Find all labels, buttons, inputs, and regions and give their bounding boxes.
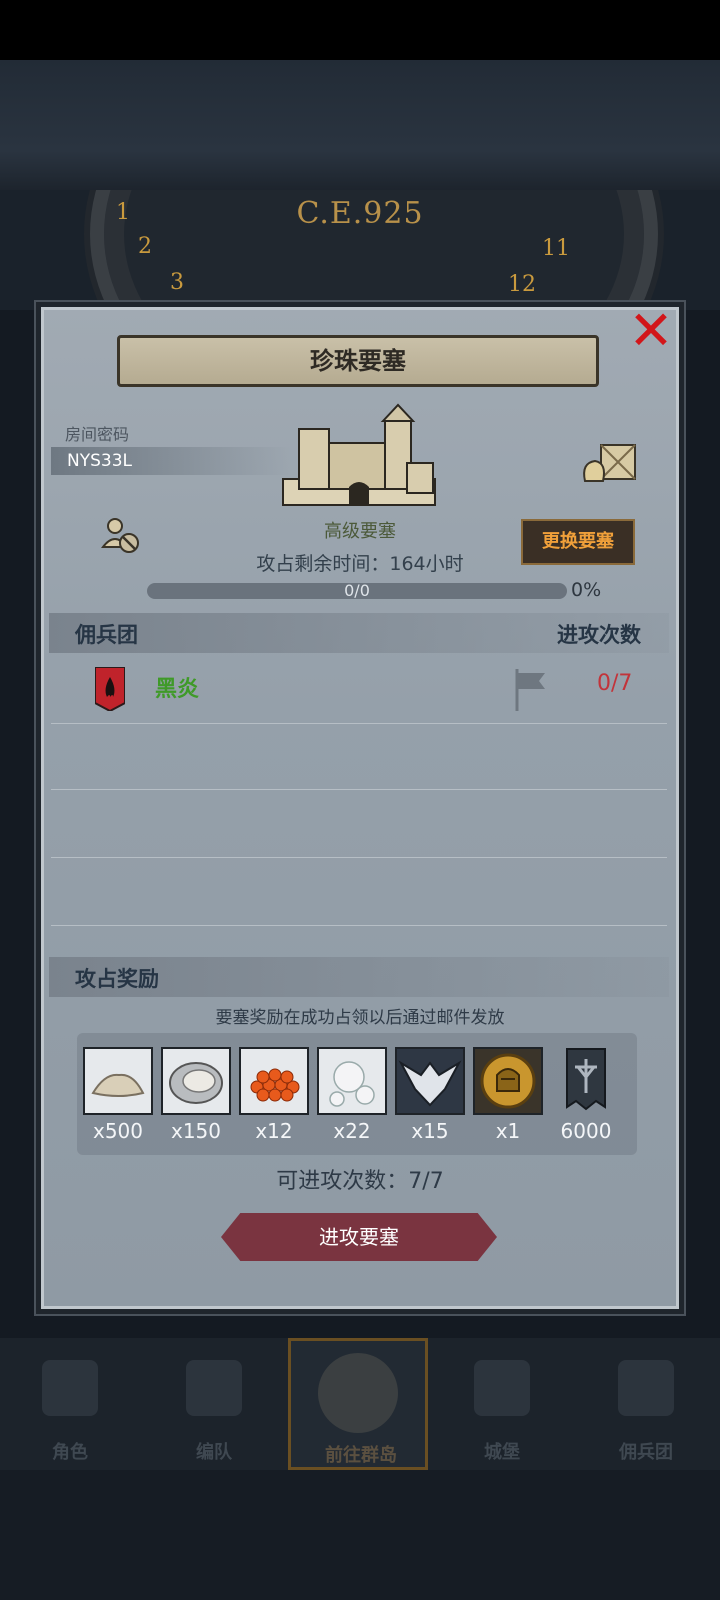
mercenary-attack-count: 0/7 (597, 671, 633, 696)
knight-icon (42, 1360, 98, 1416)
banner-flag-icon (566, 1048, 606, 1111)
mercenary-row[interactable]: 黑炎 0/7 (51, 657, 667, 724)
nav-item-character[interactable]: 角色 (0, 1338, 140, 1470)
reward-list: x500 x150 x12 x22 x15 x1 6000 (77, 1033, 637, 1155)
mercenary-header: 佣兵团 进攻次数 (49, 613, 669, 653)
knight-coin-icon (480, 1053, 536, 1109)
reward-quantity: x12 (255, 1119, 293, 1143)
era-clock: C.E.925 1 2 3 11 12 (0, 190, 720, 310)
helmet-icon (186, 1360, 242, 1416)
status-bar (0, 0, 720, 60)
roe-icon (250, 1068, 300, 1102)
room-code-label: 房间密码 (65, 425, 130, 444)
dialog-title: 珍珠要塞 (117, 335, 599, 387)
nav-item-islands[interactable]: 前往群岛 (288, 1338, 428, 1470)
empty-mercenary-row (51, 723, 667, 790)
reward-quantity: x500 (92, 1119, 143, 1143)
clock-number: 2 (138, 234, 152, 259)
nav-label: 角色 (52, 1442, 88, 1463)
reward-item[interactable]: 6000 (551, 1047, 621, 1143)
sand-icon (91, 1073, 145, 1097)
room-code: NYS33L (51, 447, 291, 475)
background-top (0, 60, 720, 190)
attacks-remaining: 可进攻次数：7/7 (276, 1169, 444, 1194)
nav-label: 佣兵团 (619, 1442, 673, 1463)
reward-item[interactable]: x22 (317, 1047, 387, 1143)
reward-item[interactable]: x150 (161, 1047, 231, 1143)
reward-quantity: x15 (411, 1119, 449, 1143)
era-label: C.E.925 (296, 196, 424, 231)
empty-mercenary-row (51, 791, 667, 858)
nav-label: 前往群岛 (325, 1445, 397, 1466)
remaining-time-label: 攻占剩余时间： (256, 553, 390, 575)
capture-progress-text: 0/0 (344, 581, 370, 600)
flag-icon (515, 669, 545, 711)
reward-quantity: x1 (495, 1119, 521, 1143)
compass-icon (318, 1353, 398, 1433)
mercenary-name: 黑炎 (155, 677, 200, 702)
nav-label: 编队 (196, 1442, 232, 1463)
fortress-icon (282, 403, 436, 506)
nav-label: 城堡 (484, 1442, 520, 1463)
remaining-time: 攻占剩余时间：164小时 (41, 549, 679, 576)
empty-mercenary-row (51, 859, 667, 926)
clock-number: 1 (116, 200, 130, 225)
clock-number: 11 (542, 236, 570, 261)
bottom-nav: 角色 编队 前往群岛 城堡 佣兵团 (0, 1338, 720, 1470)
fire-banner-icon (95, 667, 125, 711)
reward-note: 要塞奖励在成功占领以后通过邮件发放 (215, 1008, 505, 1028)
fortress-dialog: ✕ 珍珠要塞 房间密码 NYS33L 高级要塞 更换要塞 攻占剩余时间：164小… (36, 301, 684, 1314)
rewards-header: 攻占奖励 (49, 957, 669, 997)
reward-item[interactable]: x500 (83, 1047, 153, 1143)
attack-count-header-label: 进攻次数 (557, 623, 641, 647)
clock-number: 3 (170, 270, 184, 295)
oyster-icon (169, 1062, 223, 1104)
capture-progress: 0/0 (147, 581, 567, 600)
wing-emblem-icon (398, 1060, 462, 1107)
attack-fortress-button[interactable]: 进攻要塞 (221, 1213, 497, 1261)
nav-item-mercenary[interactable]: 佣兵团 (576, 1338, 716, 1470)
reward-item[interactable]: x12 (239, 1047, 309, 1143)
castle-icon (474, 1360, 530, 1416)
pearl-icon (329, 1061, 375, 1107)
rewards-header-label: 攻占奖励 (75, 967, 159, 991)
capture-progress-percent: 0% (571, 579, 602, 601)
reward-item[interactable]: x1 (473, 1047, 543, 1143)
reward-quantity: x22 (333, 1119, 371, 1143)
close-icon[interactable]: ✕ (623, 301, 679, 361)
reward-quantity: 6000 (560, 1119, 612, 1143)
reward-item[interactable]: x15 (395, 1047, 465, 1143)
mercenary-icon (618, 1360, 674, 1416)
nav-item-castle[interactable]: 城堡 (432, 1338, 572, 1470)
reward-quantity: x150 (170, 1119, 221, 1143)
remaining-time-value: 164小时 (389, 553, 464, 575)
mercenary-header-label: 佣兵团 (75, 623, 138, 647)
clock-number: 12 (508, 272, 536, 297)
supply-bag-icon[interactable] (579, 441, 641, 485)
background-bottom (0, 1470, 720, 1600)
nav-item-formation[interactable]: 编队 (144, 1338, 284, 1470)
